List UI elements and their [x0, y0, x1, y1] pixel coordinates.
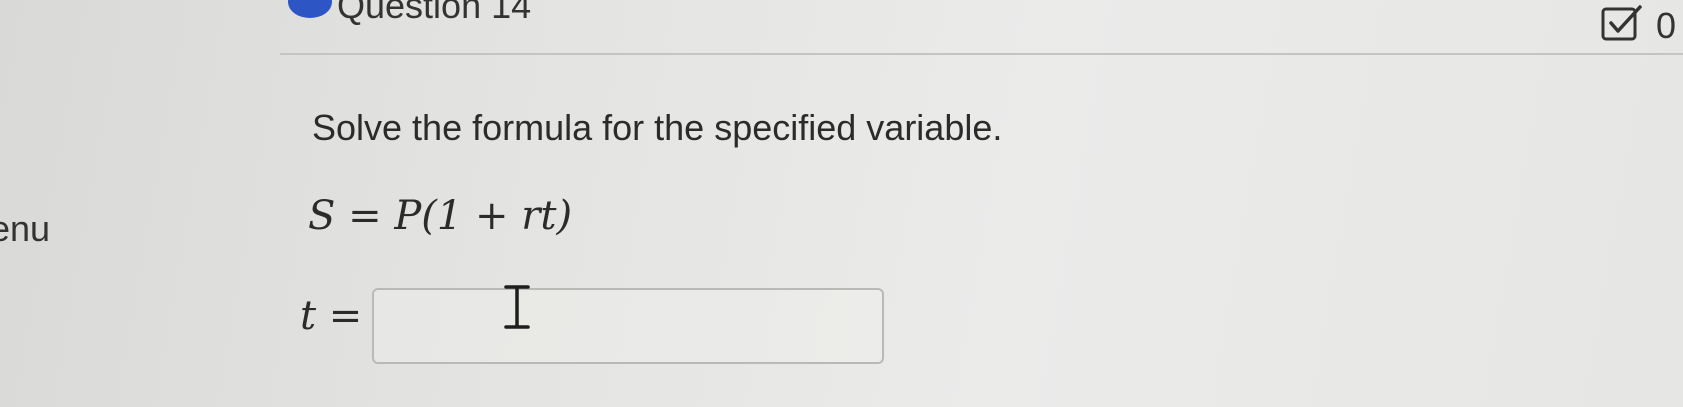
sidebar-menu-label[interactable]: enu: [0, 208, 50, 250]
header-divider: [280, 53, 1683, 55]
question-instruction: Solve the formula for the specified vari…: [312, 107, 1003, 148]
checkbox-check-icon: [1600, 4, 1644, 44]
text-cursor-icon: [500, 283, 534, 331]
question-title: Question 14: [337, 0, 532, 26]
answer-input[interactable]: [372, 288, 884, 364]
formula: S = P(1 + rt): [308, 193, 573, 239]
question-status-dot-icon: [288, 0, 332, 18]
answer-label: t =: [300, 293, 363, 339]
check-count: 0: [1656, 5, 1677, 46]
